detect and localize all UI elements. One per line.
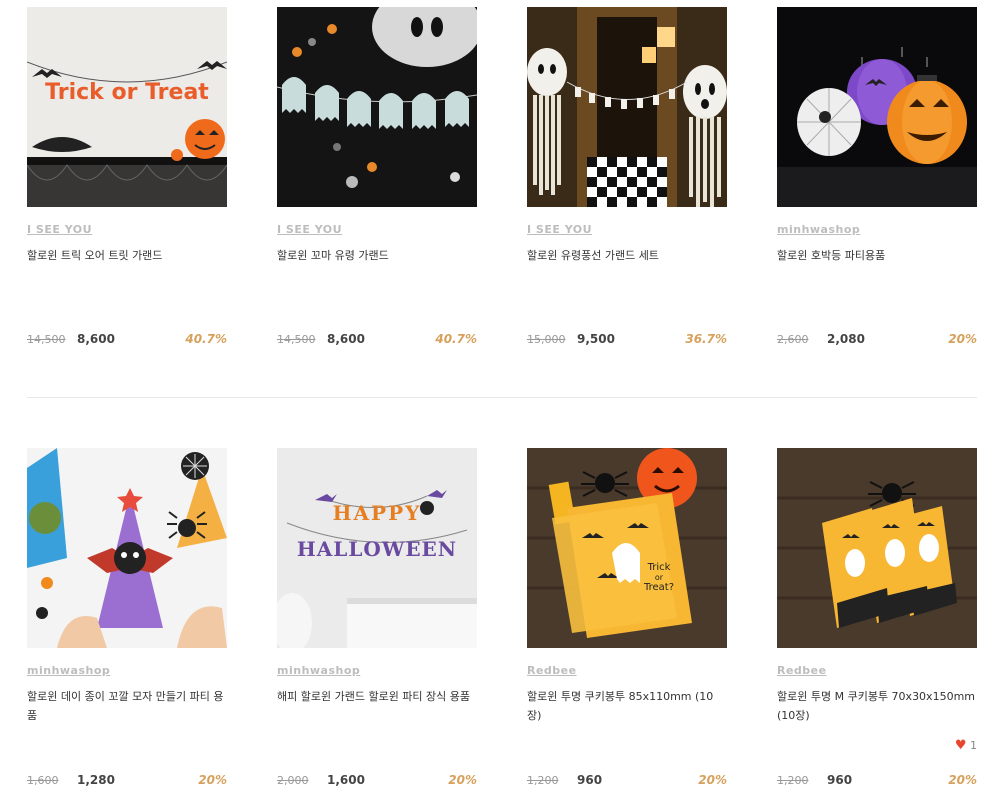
- row-divider: [27, 397, 977, 398]
- product-image-pumpkin-lanterns[interactable]: [777, 7, 977, 207]
- product-title[interactable]: 해피 할로윈 가랜드 할로윈 파티 장식 용품: [277, 687, 477, 706]
- original-price: 1,600: [27, 774, 59, 787]
- discount-rate: 20%: [948, 773, 977, 787]
- price-row: 1,600 1,280 20%: [27, 773, 227, 790]
- product-image-paper-party-hats[interactable]: [27, 448, 227, 648]
- price-row: 15,000 9,500 36.7%: [527, 332, 727, 349]
- product-card[interactable]: minhwashop 할로윈 호박등 파티용품 2,600 2,080 20%: [777, 7, 977, 346]
- shop-name-link[interactable]: minhwashop: [777, 223, 860, 236]
- price-row: 14,500 8,600 40.7%: [277, 332, 477, 349]
- original-price: 1,200: [777, 774, 809, 787]
- product-card[interactable]: I SEE YOU 할로윈 꼬마 유령 가랜드 14,500 8,600 40.…: [277, 7, 477, 346]
- shop-name-link[interactable]: I SEE YOU: [527, 223, 592, 236]
- product-image-ghost-garland[interactable]: [277, 7, 477, 207]
- product-card[interactable]: Redbee 할로윈 투명 M 쿠키봉투 70x30x150mm (10장) ♥…: [777, 448, 977, 787]
- product-title[interactable]: 할로윈 유령풍선 가랜드 세트: [527, 246, 727, 265]
- product-image-trick-or-treat-garland[interactable]: Trick or Treat: [27, 7, 227, 207]
- shop-name-link[interactable]: Redbee: [777, 664, 827, 677]
- sale-price: 2,080: [827, 332, 865, 346]
- price-row: 2,000 1,600 20%: [277, 773, 477, 790]
- product-card[interactable]: minhwashop 할로윈 데이 종이 꼬깔 모자 만들기 파티 용품 1,6…: [27, 448, 227, 787]
- sale-price: 8,600: [327, 332, 365, 346]
- product-title[interactable]: 할로윈 트릭 오어 트릿 가랜드: [27, 246, 227, 265]
- sale-price: 9,500: [577, 332, 615, 346]
- discount-rate: 20%: [948, 332, 977, 346]
- svg-text:Trick or Treat: Trick or Treat: [45, 80, 209, 105]
- product-title[interactable]: 할로윈 데이 종이 꼬깔 모자 만들기 파티 용품: [27, 687, 227, 725]
- original-price: 2,000: [277, 774, 309, 787]
- product-card[interactable]: Trick or Treat? Redbee 할로윈 투명 쿠키봉투 85x11…: [527, 448, 727, 787]
- original-price: 14,500: [277, 333, 316, 346]
- original-price: 2,600: [777, 333, 809, 346]
- product-card[interactable]: I SEE YOU 할로윈 유령풍선 가랜드 세트 15,000 9,500 3…: [527, 7, 727, 346]
- like-count-value: 1: [970, 739, 977, 752]
- product-card[interactable]: HAPPY HALLOWEEN minhwashop 해피 할로윈 가랜드 할로…: [277, 448, 477, 787]
- heart-icon[interactable]: ♥: [955, 738, 967, 753]
- price-row: 1,200 960 20%: [527, 773, 727, 790]
- svg-text:or: or: [655, 573, 664, 582]
- sale-price: 960: [577, 773, 603, 787]
- product-title[interactable]: 할로윈 호박등 파티용품: [777, 246, 977, 265]
- discount-rate: 20%: [698, 773, 727, 787]
- discount-rate: 40.7%: [435, 332, 477, 346]
- product-title[interactable]: 할로윈 투명 쿠키봉투 85x110mm (10장): [527, 687, 727, 725]
- discount-rate: 20%: [198, 773, 227, 787]
- product-image-cookie-bag-85x110[interactable]: Trick or Treat?: [527, 448, 727, 648]
- product-image-ghost-balloon-garland[interactable]: [527, 7, 727, 207]
- svg-text:HALLOWEEN: HALLOWEEN: [297, 537, 457, 561]
- like-count[interactable]: ♥ 1: [955, 738, 977, 753]
- shop-name-link[interactable]: minhwashop: [277, 664, 360, 677]
- original-price: 15,000: [527, 333, 566, 346]
- price-row: 14,500 8,600 40.7%: [27, 332, 227, 349]
- product-image-cookie-bag-70x30x150[interactable]: [777, 448, 977, 648]
- discount-rate: 40.7%: [185, 332, 227, 346]
- shop-name-link[interactable]: I SEE YOU: [277, 223, 342, 236]
- product-title[interactable]: 할로윈 투명 M 쿠키봉투 70x30x150mm (10장): [777, 687, 977, 725]
- shop-name-link[interactable]: I SEE YOU: [27, 223, 92, 236]
- sale-price: 960: [827, 773, 853, 787]
- svg-text:HAPPY: HAPPY: [333, 501, 422, 525]
- sale-price: 1,600: [327, 773, 365, 787]
- discount-rate: 36.7%: [685, 332, 727, 346]
- product-card[interactable]: Trick or Treat I SEE YOU 할로윈 트릭 오어 트릿 가랜…: [27, 7, 227, 346]
- sale-price: 1,280: [77, 773, 115, 787]
- original-price: 1,200: [527, 774, 559, 787]
- product-title[interactable]: 할로윈 꼬마 유령 가랜드: [277, 246, 477, 265]
- shop-name-link[interactable]: Redbee: [527, 664, 577, 677]
- price-row: 2,600 2,080 20%: [777, 332, 977, 349]
- price-row: 1,200 960 20%: [777, 773, 977, 790]
- svg-text:Treat?: Treat?: [643, 582, 674, 593]
- shop-name-link[interactable]: minhwashop: [27, 664, 110, 677]
- discount-rate: 20%: [448, 773, 477, 787]
- svg-text:Trick: Trick: [647, 562, 671, 573]
- product-image-happy-halloween-garland[interactable]: HAPPY HALLOWEEN: [277, 448, 477, 648]
- original-price: 14,500: [27, 333, 66, 346]
- sale-price: 8,600: [77, 332, 115, 346]
